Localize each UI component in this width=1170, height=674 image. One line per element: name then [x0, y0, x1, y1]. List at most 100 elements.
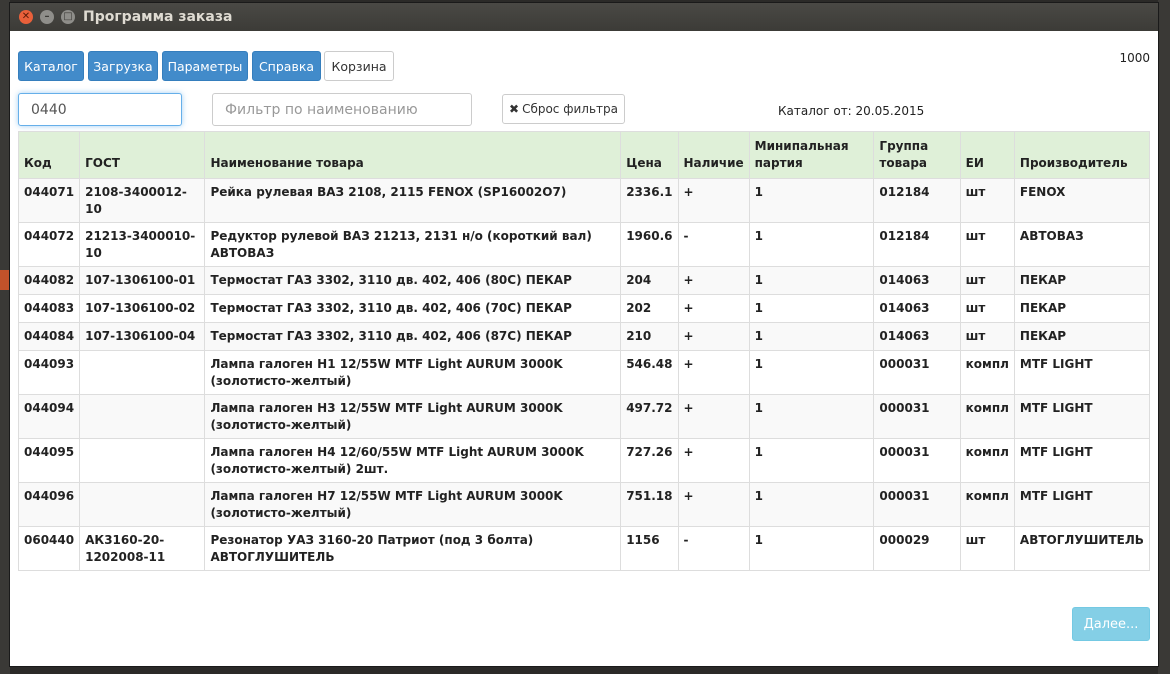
cell-availability: + [677, 294, 750, 323]
desktop-background-left [0, 0, 10, 674]
table-header-row: Код ГОСТ Наименование товара Цена Наличи… [17, 131, 1151, 179]
cell-availability: + [677, 482, 750, 527]
main-content: Каталог Загрузка Параметры Справка Корзи… [10, 31, 1158, 666]
close-icon[interactable]: ✕ [19, 10, 33, 24]
tab-catalog[interactable]: Каталог [18, 51, 84, 81]
tab-cart[interactable]: Корзина [324, 51, 394, 81]
cell-unit: шт [959, 178, 1015, 223]
cell-name: Термостат ГАЗ 3302, 3110 дв. 402, 406 (8… [204, 322, 622, 351]
table-row[interactable]: 044072 21213-3400010-10 Редуктор рулевой В… [17, 222, 1151, 267]
header-code[interactable]: Код [17, 131, 81, 179]
table-row[interactable]: 044094 Лампа галоген H3 12/55W MTF Light … [17, 394, 1151, 439]
minimize-icon[interactable]: – [40, 10, 54, 24]
cell-availability: + [677, 438, 750, 483]
cell-min-batch: 1 [748, 526, 875, 571]
tab-help[interactable]: Справка [252, 51, 321, 81]
window-titlebar[interactable]: ✕ – □ Программа заказа [10, 3, 1158, 31]
cell-group: 014063 [873, 294, 961, 323]
cell-gost [79, 438, 206, 483]
table-row[interactable]: 044082 107-1306100-01 Термостат ГАЗ 3302, … [17, 266, 1151, 295]
cell-availability: - [677, 526, 750, 571]
cell-manufacturer: FENOX [1013, 178, 1151, 223]
cell-unit: компл [959, 394, 1015, 439]
cell-availability: + [677, 322, 750, 351]
cell-price: 1960.6 [620, 222, 679, 267]
order-program-window: ✕ – □ Программа заказа Каталог Загрузка … [10, 3, 1158, 666]
cell-min-batch: 1 [748, 222, 875, 267]
cell-group: 000031 [873, 350, 961, 395]
cell-code: 044071 [17, 178, 81, 223]
cell-price: 1156 [620, 526, 679, 571]
cell-unit: шт [959, 266, 1015, 295]
cell-group: 014063 [873, 266, 961, 295]
cell-manufacturer: АВТОВАЗ [1013, 222, 1151, 267]
cell-name: Лампа галоген H3 12/55W MTF Light AURUM … [204, 394, 622, 439]
cell-unit: шт [959, 294, 1015, 323]
cell-price: 546.48 [620, 350, 679, 395]
header-group[interactable]: Группа товара [873, 131, 961, 179]
cell-price: 727.26 [620, 438, 679, 483]
cell-min-batch: 1 [748, 438, 875, 483]
table-row[interactable]: 044093 Лампа галоген H1 12/55W MTF Light … [17, 350, 1151, 395]
cell-availability: + [677, 394, 750, 439]
cell-availability: + [677, 178, 750, 223]
cell-gost [79, 350, 206, 395]
header-name[interactable]: Наименование товара [204, 131, 622, 179]
header-gost[interactable]: ГОСТ [79, 131, 206, 179]
cell-group: 000031 [873, 394, 961, 439]
reset-filter-button[interactable]: ✖ Сброс фильтра [502, 94, 625, 124]
header-manufacturer[interactable]: Производитель [1013, 131, 1151, 179]
table-row[interactable]: 044095 Лампа галоген H4 12/60/55W MTF Lig… [17, 438, 1151, 483]
cell-gost: 107-1306100-04 [79, 322, 206, 351]
cell-min-batch: 1 [748, 350, 875, 395]
cell-code: 044094 [17, 394, 81, 439]
table-row[interactable]: 060440 АК3160-20-1202008-11 Резонатор УАЗ … [17, 526, 1151, 571]
window-title: Программа заказа [83, 9, 233, 25]
table-row[interactable]: 044096 Лампа галоген H7 12/55W MTF Light … [17, 482, 1151, 527]
cell-gost: 107-1306100-02 [79, 294, 206, 323]
maximize-icon[interactable]: □ [61, 10, 75, 24]
cell-code: 044093 [17, 350, 81, 395]
header-price[interactable]: Цена [620, 131, 679, 179]
header-availability[interactable]: Наличие [677, 131, 750, 179]
cell-gost: 107-1306100-01 [79, 266, 206, 295]
cell-price: 497.72 [620, 394, 679, 439]
desktop-background-right [1158, 0, 1170, 674]
cell-price: 210 [620, 322, 679, 351]
cell-code: 044096 [17, 482, 81, 527]
cell-manufacturer: АВТОГЛУШИТЕЛЬ [1013, 526, 1151, 571]
desktop-launcher-badge [0, 270, 10, 290]
code-filter-input[interactable] [18, 93, 182, 126]
cell-min-batch: 1 [748, 294, 875, 323]
tab-parameters[interactable]: Параметры [162, 51, 248, 81]
cell-group: 012184 [873, 178, 961, 223]
cell-price: 2336.1 [620, 178, 679, 223]
header-min-batch[interactable]: Минипальная партия [748, 131, 875, 179]
cell-gost: АК3160-20-1202008-11 [79, 526, 206, 571]
close-icon: ✖ [509, 102, 520, 116]
cell-name: Термостат ГАЗ 3302, 3110 дв. 402, 406 (8… [204, 266, 622, 295]
name-filter-input[interactable] [212, 93, 472, 126]
cell-price: 202 [620, 294, 679, 323]
table-row[interactable]: 044071 2108-3400012-10 Рейка рулевая ВАЗ 2… [17, 178, 1151, 223]
cell-manufacturer: MTF LIGHT [1013, 394, 1151, 439]
cell-name: Лампа галоген H1 12/55W MTF Light AURUM … [204, 350, 622, 395]
cell-unit: компл [959, 438, 1015, 483]
cell-unit: шт [959, 222, 1015, 267]
table-row[interactable]: 044084 107-1306100-04 Термостат ГАЗ 3302, … [17, 322, 1151, 351]
cell-group: 012184 [873, 222, 961, 267]
tab-upload[interactable]: Загрузка [88, 51, 158, 81]
next-button[interactable]: Далее... [1072, 607, 1150, 641]
cell-unit: шт [959, 526, 1015, 571]
cell-unit: компл [959, 350, 1015, 395]
cell-name: Резонатор УАЗ 3160-20 Патриот (под 3 бол… [204, 526, 622, 571]
cell-name: Лампа галоген H7 12/55W MTF Light AURUM … [204, 482, 622, 527]
cell-code: 060440 [17, 526, 81, 571]
cell-name: Рейка рулевая ВАЗ 2108, 2115 FENOX (SP16… [204, 178, 622, 223]
cell-group: 000029 [873, 526, 961, 571]
header-unit[interactable]: ЕИ [959, 131, 1015, 179]
cell-min-batch: 1 [748, 178, 875, 223]
table-row[interactable]: 044083 107-1306100-02 Термостат ГАЗ 3302, … [17, 294, 1151, 323]
cell-name: Лампа галоген H4 12/60/55W MTF Light AUR… [204, 438, 622, 483]
item-counter: 1000 [1119, 51, 1150, 65]
